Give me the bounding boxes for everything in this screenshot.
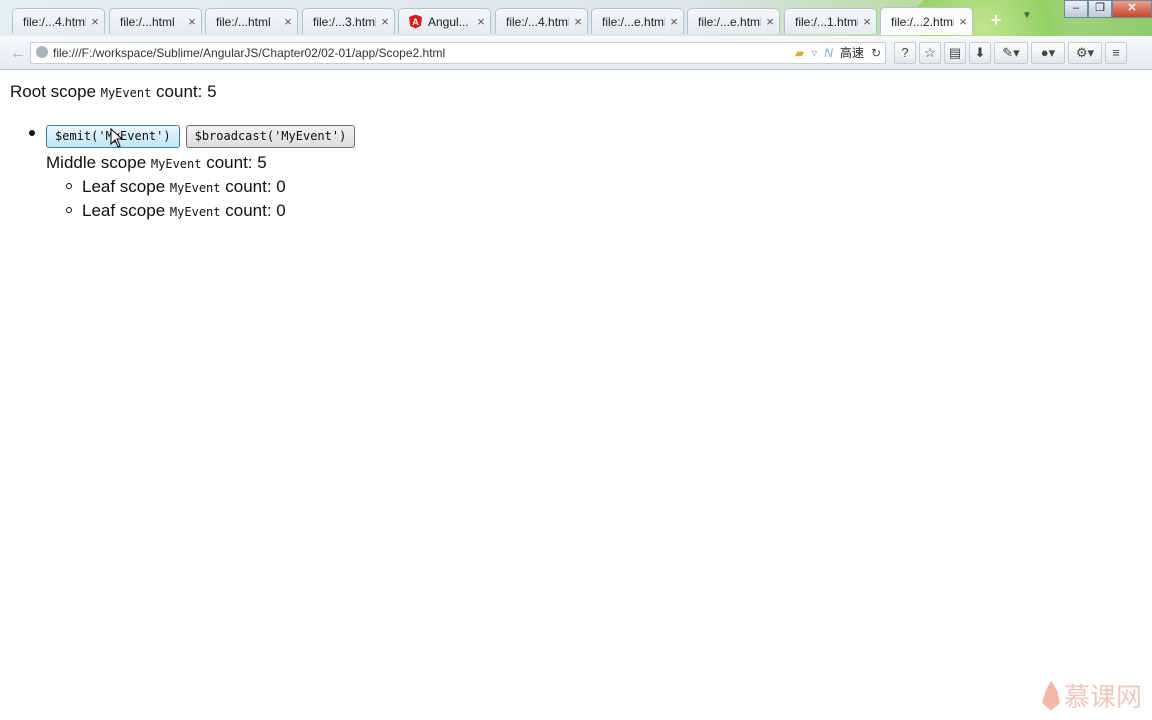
address-bar-icons: ▰ ▿ N 高速 ↻ [795,43,881,63]
tab-7[interactable]: file:/...e.html × [687,8,780,34]
tab-close-icon[interactable]: × [86,14,104,29]
tab-close-icon[interactable]: × [279,14,297,29]
tab-6[interactable]: file:/...e.html × [591,8,684,34]
leaf-count-value: 0 [276,177,286,196]
tab-close-icon[interactable]: × [665,14,683,29]
tab-close-icon[interactable]: × [183,14,201,29]
leaf-scope-line-1: Leaf scope MyEvent count: 0 [82,175,286,200]
middle-count-value: 5 [257,153,267,172]
bullet-circle-icon [66,183,72,189]
dropdown-icon[interactable]: ▿ [811,43,817,63]
help-icon[interactable]: ? [894,42,916,64]
engine-icon[interactable]: N [824,43,833,63]
tab-strip: file:/...4.html × file:/...html × file:/… [0,0,1152,36]
page-content: Root scope MyEvent count: 5 $emit('MyEve… [10,80,356,220]
tab-close-icon[interactable]: × [858,14,876,29]
middle-scope-line: Middle scope MyEvent count: 5 [46,151,267,176]
leaf-count-label: count: [225,201,272,220]
tab-label: file:/...html [120,14,175,29]
new-tab-button[interactable]: + [983,10,1009,32]
speed-mode-label[interactable]: 高速 [840,43,864,63]
adblock-icon[interactable]: ●▾ [1031,42,1065,64]
tab-8[interactable]: file:/...1.html × [784,8,877,34]
tab-5[interactable]: file:/...4.html × [495,8,588,34]
download-icon[interactable]: ⬇ [969,42,991,64]
leaf-scope-label: Leaf scope [82,177,166,196]
back-arrow-icon[interactable]: ← [10,45,26,63]
root-scope-line: Root scope MyEvent count: 5 [10,80,217,104]
root-count-value: 5 [207,82,217,101]
url-text[interactable]: file:///F:/workspace/Sublime/AngularJS/C… [53,43,445,63]
tools-icon[interactable]: ✎▾ [994,42,1028,64]
tab-close-icon[interactable]: × [472,14,490,29]
event-buttons: $emit('MyEvent') $broadcast('MyEvent') [46,125,356,148]
root-scope-label: Root scope [10,82,96,101]
tab-label: file:/...e.html [698,14,761,29]
tab-0[interactable]: file:/...4.html × [12,8,105,34]
tab-2[interactable]: file:/...html × [205,8,298,34]
tab-label: file:/...3.html [313,14,376,29]
close-window-icon[interactable]: ✕ [1112,0,1152,18]
middle-event-name: MyEvent [150,157,202,171]
broadcast-button[interactable]: $broadcast('MyEvent') [185,125,356,148]
leaf-event-name: MyEvent [169,181,221,195]
leaf-event-name: MyEvent [169,205,221,219]
window-controls: – ❐ ✕ [1064,0,1152,18]
tab-list-dropdown-icon[interactable]: ▼ [1022,10,1032,21]
leaf-count-value: 0 [276,201,286,220]
address-bar[interactable]: file:///F:/workspace/Sublime/AngularJS/C… [30,42,886,64]
leaf-count-label: count: [225,177,272,196]
root-count-label: count: [156,82,203,101]
browser-toolbar: ← file:///F:/workspace/Sublime/AngularJS… [0,36,1152,70]
tab-9-active[interactable]: file:/...2.html × [880,7,973,35]
tab-close-icon[interactable]: × [376,14,394,29]
middle-scope-label: Middle scope [46,153,147,172]
minimize-icon[interactable]: – [1064,0,1088,18]
leaf-scope-label: Leaf scope [82,201,166,220]
toolbar-icons: ? ☆ ▤ ⬇ ✎▾ ●▾ ⚙▾ ≡ [894,42,1127,64]
tab-close-icon[interactable]: × [569,14,587,29]
middle-count-label: count: [206,153,253,172]
tab-close-icon[interactable]: × [761,14,779,29]
watermark-text: 慕课网 [1063,683,1142,713]
tab-label: file:/...4.html [506,14,569,29]
tab-1[interactable]: file:/...html × [109,8,202,34]
menu-icon[interactable]: ≡ [1105,42,1127,64]
tab-label: file:/...html [216,14,271,29]
reading-list-icon[interactable]: ▤ [944,42,966,64]
tab-label: file:/...e.html [602,14,665,29]
leaf-scope-line-2: Leaf scope MyEvent count: 0 [82,199,286,224]
bullet-circle-icon [66,207,72,213]
tab-4[interactable]: A Angul... × [398,8,491,34]
tab-close-icon[interactable]: × [954,14,972,29]
tab-label: file:/...1.html [795,14,858,29]
tab-label: file:/...2.html [891,14,954,29]
bullet-disc-icon [29,130,35,136]
mouse-cursor-icon [110,128,124,148]
folder-icon[interactable]: ▰ [795,43,804,63]
bookmark-star-icon[interactable]: ☆ [919,42,941,64]
angular-icon: A [409,14,422,29]
tab-label: Angul... [428,14,469,29]
flame-icon [1041,680,1060,711]
extensions-icon[interactable]: ⚙▾ [1068,42,1102,64]
root-event-name: MyEvent [100,86,152,100]
tab-3[interactable]: file:/...3.html × [302,8,395,34]
restore-icon[interactable]: ❐ [1088,0,1112,18]
globe-icon [36,46,48,58]
reload-icon[interactable]: ↻ [871,43,881,63]
watermark-logo: 慕课网 [1041,677,1142,714]
tab-label: file:/...4.html [23,14,86,29]
